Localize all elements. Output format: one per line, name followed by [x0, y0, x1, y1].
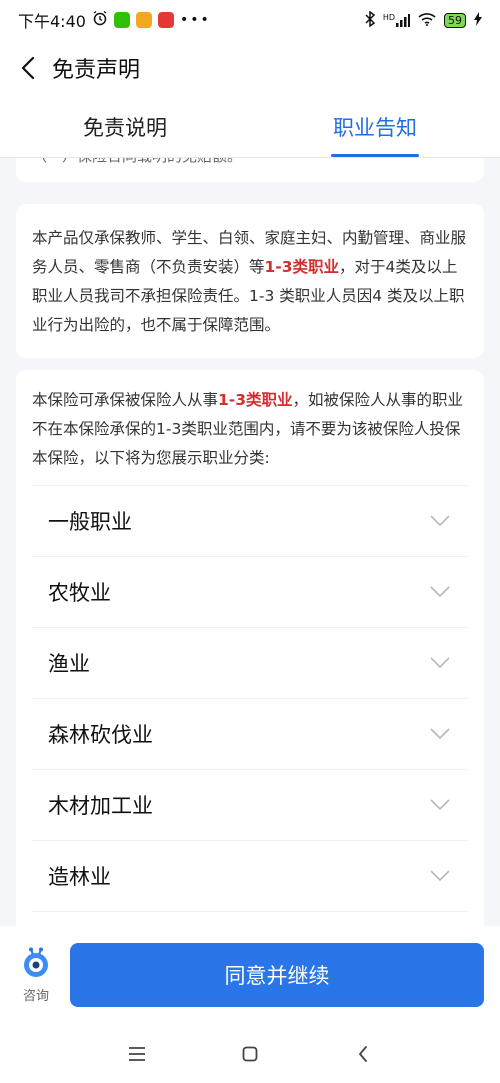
- status-time: 下午4:40: [18, 12, 86, 31]
- occupation-item-general[interactable]: 一般职业: [32, 486, 468, 557]
- occupation-item-label: 渔业: [48, 652, 90, 676]
- occupation-item-label: 森林砍伐业: [48, 723, 153, 747]
- menu-icon[interactable]: [121, 1038, 153, 1070]
- occupation-category-card: 本保险可承保被保险人从事1-3类职业，如被保险人从事的职业不在本保险承保的1-3…: [16, 370, 484, 926]
- occupation-item-agriculture[interactable]: 农牧业: [32, 557, 468, 628]
- tab-bar: 免责说明 职业告知: [0, 96, 500, 158]
- home-square-icon[interactable]: [234, 1038, 266, 1070]
- scroll-content[interactable]: （一）保险合同载明的免赔额。 本产品仅承保教师、学生、白领、家庭主妇、内勤管理、…: [0, 158, 500, 926]
- wifi-icon: [418, 12, 436, 29]
- occupation-item-logging[interactable]: 森林砍伐业: [32, 699, 468, 770]
- status-right: HD 59: [365, 10, 482, 30]
- chevron-down-icon: [430, 586, 450, 598]
- robot-assistant-icon: [21, 947, 51, 983]
- notes-app-icon: [135, 12, 152, 28]
- battery-icon: 59: [444, 12, 466, 28]
- wechat-icon: [113, 12, 130, 28]
- page-title: 免责声明: [52, 58, 141, 83]
- signal-label: HD: [382, 13, 395, 22]
- consult-button[interactable]: 咨询: [16, 947, 56, 1004]
- occupation-item-label: 造林业: [48, 865, 111, 889]
- bottom-action-bar: 咨询 同意并继续: [0, 926, 500, 1024]
- status-bar: 下午4:40 ••• HD 59: [0, 0, 500, 40]
- occupation-item-wood-processing[interactable]: 木材加工业: [32, 770, 468, 841]
- occupation-item-fishery[interactable]: 渔业: [32, 628, 468, 699]
- chevron-down-icon: [430, 515, 450, 527]
- restriction-paragraph: 本产品仅承保教师、学生、白领、家庭主妇、内勤管理、商业服务人员、零售商（不负责安…: [32, 224, 468, 340]
- chevron-down-icon: [430, 657, 450, 669]
- occupation-item-label: 一般职业: [48, 510, 132, 534]
- alarm-icon: [92, 10, 108, 30]
- red-app-icon: [157, 12, 174, 28]
- header: 免责声明: [0, 40, 500, 96]
- tab-occupation-notice[interactable]: 职业告知: [250, 96, 500, 157]
- tab-disclaimer[interactable]: 免责说明: [0, 96, 250, 157]
- system-nav-bar: [0, 1024, 500, 1083]
- occupation-item-afforestation[interactable]: 造林业: [32, 841, 468, 912]
- occupation-restriction-card: 本产品仅承保教师、学生、白领、家庭主妇、内勤管理、商业服务人员、零售商（不负责安…: [16, 204, 484, 358]
- more-dots-icon: •••: [179, 12, 211, 28]
- occupation-item-label: 农牧业: [48, 581, 111, 605]
- consult-label: 咨询: [22, 988, 49, 1004]
- bluetooth-icon: [365, 10, 375, 30]
- occupation-intro-highlight: 1-3类职业: [218, 391, 293, 409]
- back-icon[interactable]: [14, 54, 42, 82]
- chevron-down-icon: [430, 870, 450, 882]
- charging-icon: [474, 11, 482, 29]
- partial-card-text: （一）保险合同载明的免赔额。: [16, 158, 484, 166]
- partial-card: （一）保险合同载明的免赔额。: [16, 158, 484, 182]
- occupation-intro-1: 本保险可承保被保险人从事: [32, 391, 219, 409]
- status-left: 下午4:40 •••: [18, 8, 211, 32]
- nav-back-icon[interactable]: [347, 1038, 379, 1070]
- occupation-list: 一般职业 农牧业 渔业 森林砍伐业 木材加工业 造林业: [32, 485, 468, 912]
- chevron-down-icon: [430, 799, 450, 811]
- restriction-highlight: 1-3类职业: [264, 258, 340, 276]
- occupation-intro: 本保险可承保被保险人从事1-3类职业，如被保险人从事的职业不在本保险承保的1-3…: [32, 386, 468, 473]
- signal-icon: HD: [383, 13, 410, 27]
- agree-continue-button[interactable]: 同意并继续: [70, 943, 484, 1007]
- occupation-item-label: 木材加工业: [48, 794, 153, 818]
- chevron-down-icon: [430, 728, 450, 740]
